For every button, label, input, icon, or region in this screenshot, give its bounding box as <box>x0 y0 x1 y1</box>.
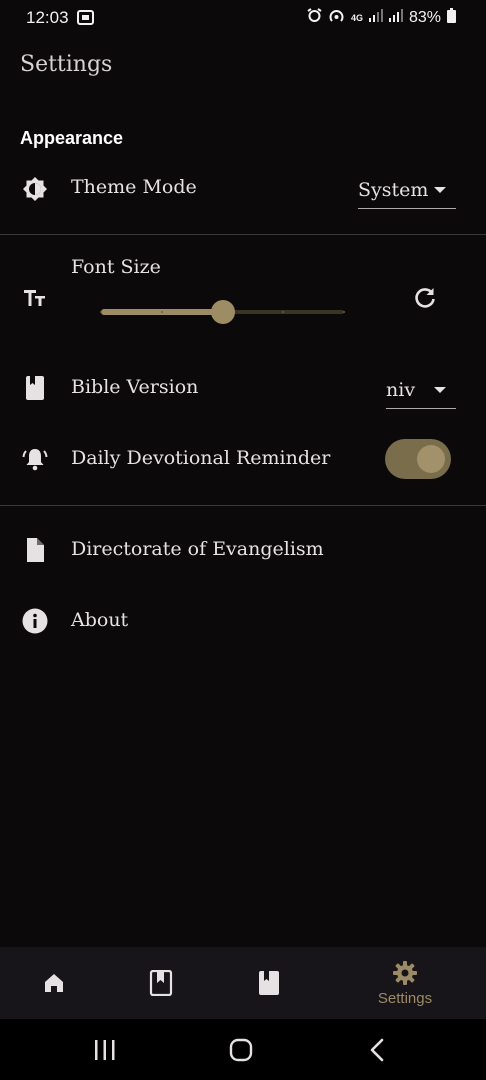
document-icon <box>21 536 49 564</box>
divider <box>0 234 486 235</box>
appearance-section-header: Appearance <box>20 128 124 148</box>
nav-home[interactable] <box>14 947 94 1019</box>
bible-version-label: Bible Version <box>71 376 199 398</box>
system-navigation-bar <box>0 1019 486 1080</box>
back-icon[interactable] <box>368 1038 386 1066</box>
toggle-knob <box>417 445 445 473</box>
text-size-icon <box>21 284 49 312</box>
nav-bookmarks[interactable] <box>121 947 201 1019</box>
screen-record-icon <box>77 10 94 29</box>
chevron-down-icon <box>434 187 446 193</box>
nav-settings[interactable]: Settings <box>365 947 445 1019</box>
book-icon <box>259 971 279 995</box>
network-type: 4G <box>350 12 363 23</box>
signal-icon <box>368 9 383 27</box>
directorate-link[interactable]: Directorate of Evangelism <box>71 538 324 560</box>
battery-percent: 83% <box>408 9 441 26</box>
divider <box>0 505 486 506</box>
reset-icon[interactable] <box>411 284 439 312</box>
home-button-icon[interactable] <box>229 1038 253 1066</box>
theme-mode-value: System <box>358 179 429 201</box>
brightness-icon <box>21 175 49 203</box>
bible-version-value: niv <box>386 379 416 401</box>
bookmark-book-icon <box>149 970 173 996</box>
alarm-icon <box>307 8 322 28</box>
hotspot-icon <box>328 8 345 28</box>
theme-mode-dropdown[interactable]: System <box>358 172 456 209</box>
home-icon <box>45 974 63 992</box>
font-size-label: Font Size <box>71 256 161 278</box>
slider-tick <box>343 311 345 313</box>
nav-bible[interactable] <box>229 947 309 1019</box>
bottom-navigation: Settings <box>0 947 486 1019</box>
daily-reminder-toggle[interactable] <box>385 439 451 479</box>
daily-reminder-label: Daily Devotional Reminder <box>71 447 331 469</box>
status-time: 12:03 <box>26 8 69 27</box>
theme-mode-label: Theme Mode <box>71 176 197 198</box>
book-icon <box>21 374 49 402</box>
battery-icon <box>447 8 456 28</box>
slider-tick <box>100 311 102 313</box>
bell-ringing-icon <box>21 445 49 473</box>
nav-settings-label: Settings <box>377 989 433 1007</box>
status-icons: 4G 83% <box>307 8 456 28</box>
bible-version-dropdown[interactable]: niv <box>386 372 456 409</box>
slider-tick <box>160 311 163 313</box>
info-icon <box>21 607 49 635</box>
recent-apps-icon[interactable] <box>93 1039 117 1065</box>
about-link[interactable]: About <box>71 609 128 631</box>
font-size-slider[interactable] <box>100 296 345 328</box>
gear-icon <box>393 960 417 985</box>
slider-thumb[interactable] <box>210 300 235 324</box>
page-title: Settings <box>20 52 113 77</box>
signal-icon-2 <box>388 9 403 27</box>
chevron-down-icon <box>434 387 446 393</box>
